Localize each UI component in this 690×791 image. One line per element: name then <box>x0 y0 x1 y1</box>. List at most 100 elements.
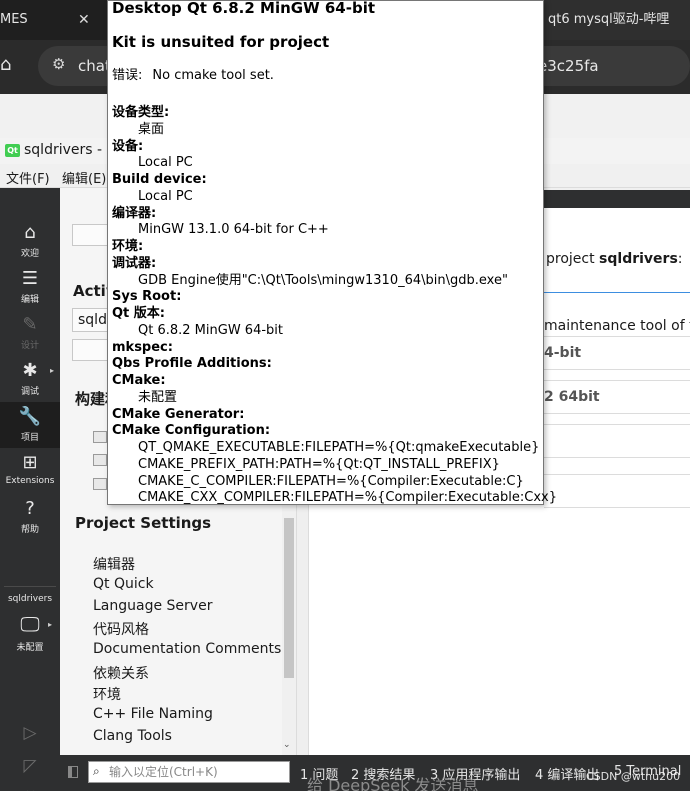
menu-file[interactable]: 文件(F) <box>6 168 50 187</box>
settings-item-environment[interactable]: 环境 <box>93 684 121 704</box>
locator-box[interactable]: ⌕ <box>88 761 290 783</box>
kit-entry[interactable] <box>544 424 690 458</box>
menu-edit[interactable]: 编辑(E) <box>62 168 106 187</box>
qt-logo-icon: Qt <box>5 144 20 157</box>
deepseek-input-placeholder: 给 DeepSeek 发送消息 <box>307 776 479 791</box>
run-icon[interactable]: ▷ <box>0 723 60 743</box>
mode-bar: ⌂ 欢迎 ☰ 编辑 ✎ 设计 ✱ ▸ 调试 🔧 项目 ⊞ Extensions … <box>0 188 60 791</box>
chevron-down-icon[interactable]: ⌄ <box>283 740 291 750</box>
site-settings-icon[interactable]: ⚙ <box>52 55 65 73</box>
chevron-right-icon: ▸ <box>49 366 54 375</box>
watermark: CSDN @wtnu200 <box>586 770 681 783</box>
kit-icon[interactable] <box>93 431 107 443</box>
tooltip-field-key: Build device: <box>112 172 207 187</box>
browser-tab-mes[interactable]: MES ✕ <box>0 0 100 40</box>
mode-extensions[interactable]: ⊞ Extensions <box>0 448 60 494</box>
settings-item-dependencies[interactable]: 依赖关系 <box>93 663 149 683</box>
tooltip-field-value: Local PC <box>138 188 193 204</box>
mode-label: 调试 <box>20 387 39 397</box>
tooltip-title: Desktop Qt 6.8.2 MinGW 64-bit <box>112 0 376 17</box>
question-icon: ? <box>25 498 35 519</box>
kit-tab-bar <box>544 190 690 208</box>
error-label: 错误: <box>112 68 143 83</box>
divider <box>4 586 56 587</box>
chevron-right-icon: ▸ <box>47 620 52 629</box>
settings-item-cpp-file-naming[interactable]: C++ File Naming <box>93 706 213 722</box>
tooltip-field-value: Local PC <box>138 155 193 171</box>
configure-suffix: : <box>677 251 683 267</box>
browser-tab-bilibili[interactable]: qt6 mysql驱动-哔哩 <box>540 0 690 40</box>
tooltip-error: 错误: No cmake tool set. <box>112 64 274 83</box>
kit-entry[interactable]: 2 64bit <box>544 380 690 414</box>
configure-project-text: project sqldrivers: <box>546 251 683 267</box>
grid-plus-icon: ⊞ <box>22 452 38 473</box>
mode-label: 欢迎 <box>20 249 39 259</box>
settings-item-clang-tools[interactable]: Clang Tools <box>93 728 172 744</box>
mode-label: 项目 <box>20 433 39 443</box>
search-icon: ⌕ <box>93 764 100 778</box>
kit-name: 4-bit <box>544 345 582 361</box>
mode-projects[interactable]: 🔧 项目 <box>0 402 60 448</box>
mode-label: 帮助 <box>20 525 39 535</box>
scrollbar-thumb[interactable] <box>284 518 294 678</box>
tooltip-field-key: 设备类型: <box>112 105 170 120</box>
tooltip-field-value: CMAKE_CXX_COMPILER:FILEPATH=%{Compiler:E… <box>138 490 557 506</box>
tooltip-field-value: GDB Engine使用"C:\Qt\Tools\mingw1310_64\bi… <box>138 272 508 288</box>
settings-item-editor[interactable]: 编辑器 <box>93 554 135 574</box>
tooltip-field-key: CMake Generator: <box>112 406 245 422</box>
kit-entry[interactable]: 4-bit <box>544 336 690 370</box>
kit-icon[interactable] <box>93 478 107 490</box>
pencil-icon: ✎ <box>22 314 38 335</box>
locator-input[interactable] <box>109 763 287 781</box>
sidebar-toggle-icon[interactable] <box>68 766 78 778</box>
tooltip-field-key: Qbs Profile Additions: <box>112 356 272 372</box>
close-icon[interactable]: ✕ <box>78 0 90 40</box>
home-icon[interactable]: ⌂ <box>0 54 22 80</box>
filter-input-underline[interactable] <box>544 292 690 293</box>
settings-item-code-style[interactable]: 代码风格 <box>93 619 149 639</box>
kit-icon[interactable] <box>93 454 107 466</box>
mode-edit[interactable]: ☰ 编辑 <box>0 264 60 310</box>
debug-run-icon[interactable]: ◸ <box>0 756 60 776</box>
home-icon: ⌂ <box>24 222 36 243</box>
mode-welcome[interactable]: ⌂ 欢迎 <box>0 218 60 264</box>
wrench-icon: 🔧 <box>18 406 42 427</box>
tooltip-field-key: Qt 版本: <box>112 306 165 321</box>
project-settings-heading: Project Settings <box>75 514 212 532</box>
tooltip-field-value: MinGW 13.1.0 64-bit for C++ <box>138 222 329 238</box>
tooltip-field-value: CMAKE_PREFIX_PATH:PATH=%{Qt:QT_INSTALL_P… <box>138 456 500 472</box>
tooltip-field-key: CMake Configuration: <box>112 423 271 439</box>
tooltip-field-value: 未配置 <box>138 389 178 405</box>
tooltip-field-key: mkspec: <box>112 339 173 355</box>
mode-label: 编辑 <box>20 295 39 305</box>
mode-label: Extensions <box>5 476 55 486</box>
divider <box>308 478 309 755</box>
maintenance-tool-text: maintenance tool of the <box>544 318 690 334</box>
error-text: No cmake tool set. <box>152 68 274 83</box>
configure-project-name: sqldrivers <box>599 251 678 267</box>
settings-item-documentation-comments[interactable]: Documentation Comments <box>93 641 281 657</box>
mode-help[interactable]: ? 帮助 <box>0 494 60 540</box>
document-icon: ☰ <box>21 268 39 289</box>
mode-debug[interactable]: ✱ ▸ 调试 <box>0 356 60 402</box>
tooltip-field-value: 桌面 <box>138 121 165 137</box>
tooltip-field-key: Sys Root: <box>112 289 182 305</box>
browser-tab-title: MES <box>0 12 28 27</box>
mode-design[interactable]: ✎ 设计 <box>0 310 60 356</box>
kit-name: 2 64bit <box>544 389 600 405</box>
tooltip-field-key: 编译器: <box>112 205 157 221</box>
address-text-end: e3c25fa <box>538 57 599 75</box>
kit-entry[interactable] <box>544 474 690 508</box>
kit-tooltip: Desktop Qt 6.8.2 MinGW 64-bit Kit is uns… <box>107 0 557 505</box>
tooltip-field-key: 设备: <box>112 138 144 154</box>
target-project-name: sqldrivers <box>7 594 53 604</box>
settings-item-language-server[interactable]: Language Server <box>93 598 212 614</box>
mode-label: 设计 <box>20 341 39 351</box>
configure-prefix: project <box>546 251 595 267</box>
tooltip-field-key: 环境: <box>112 239 144 254</box>
tooltip-field-key: 调试器: <box>112 255 157 271</box>
tooltip-subtitle: Kit is unsuited for project <box>112 33 330 51</box>
tooltip-field-value: CMAKE_C_COMPILER:FILEPATH=%{Compiler:Exe… <box>138 473 524 489</box>
settings-item-qt-quick[interactable]: Qt Quick <box>93 576 154 592</box>
tooltip-field-key: CMake: <box>112 373 166 388</box>
